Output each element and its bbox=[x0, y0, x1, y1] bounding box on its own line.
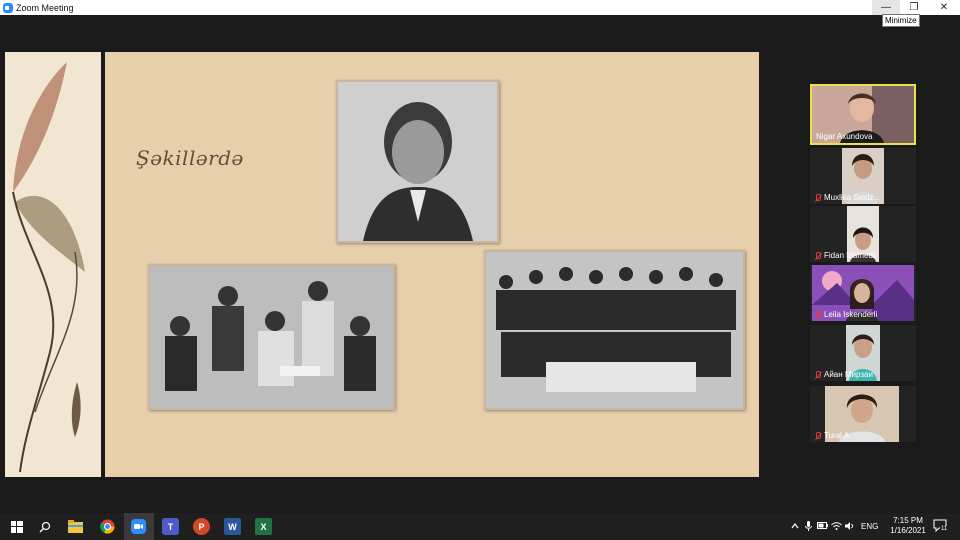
portrait-photo bbox=[336, 80, 499, 243]
taskbar-clock[interactable]: 7:15 PM 1/16/2021 bbox=[888, 516, 928, 536]
battery-icon[interactable] bbox=[815, 522, 829, 531]
mic-muted-icon bbox=[814, 193, 822, 202]
maximize-button[interactable]: ❐ bbox=[900, 0, 928, 15]
mic-muted-icon bbox=[814, 431, 822, 440]
minimize-tooltip: Minimize bbox=[882, 14, 920, 27]
window-title: Zoom Meeting bbox=[16, 2, 74, 13]
notification-count-badge: 11 bbox=[940, 526, 949, 532]
leaf-decoration bbox=[5, 52, 101, 477]
clock-time: 7:15 PM bbox=[893, 516, 923, 525]
notification-center-icon[interactable]: 11 bbox=[933, 519, 949, 535]
system-tray: ENG bbox=[789, 513, 878, 540]
window-titlebar: Zoom Meeting bbox=[0, 0, 960, 15]
mic-muted-icon bbox=[814, 370, 822, 379]
participant-tile[interactable]: Muxlisa Seidz... bbox=[810, 148, 916, 204]
chrome-icon[interactable] bbox=[99, 518, 116, 535]
volume-icon[interactable] bbox=[843, 521, 857, 532]
windows-start-icon[interactable] bbox=[8, 518, 25, 535]
participant-name: Fidan Mamedli bbox=[814, 251, 876, 260]
microphone-icon[interactable] bbox=[801, 520, 815, 533]
group-photo-left bbox=[148, 264, 395, 410]
minimize-button[interactable]: — bbox=[872, 0, 900, 15]
zoom-app-icon bbox=[3, 2, 13, 13]
participant-tile[interactable]: Айан Мирзаи bbox=[810, 325, 916, 381]
participant-tile[interactable]: Nigar Axundova bbox=[810, 84, 916, 145]
shared-screen-slide: Şəkillərdə bbox=[5, 52, 759, 477]
mic-muted-icon bbox=[814, 251, 822, 260]
file-explorer-icon[interactable] bbox=[67, 518, 84, 535]
wifi-icon[interactable] bbox=[829, 521, 843, 532]
participant-name: Айан Мирзаи bbox=[814, 370, 873, 379]
group-photo-right bbox=[484, 250, 745, 410]
participant-tile[interactable]: Leila Iskenderli bbox=[810, 265, 916, 321]
participant-name: Tural A bbox=[814, 431, 849, 440]
clock-date: 1/16/2021 bbox=[890, 526, 926, 535]
close-button[interactable]: ✕ bbox=[930, 0, 958, 15]
participant-name: Nigar Axundova bbox=[816, 132, 873, 141]
mic-muted-icon bbox=[814, 310, 822, 319]
slide-divider bbox=[101, 52, 105, 477]
powerpoint-icon[interactable]: P bbox=[193, 518, 210, 535]
excel-icon[interactable]: X bbox=[255, 518, 272, 535]
zoom-icon[interactable] bbox=[130, 518, 147, 535]
slide-heading: Şəkillərdə bbox=[136, 146, 244, 170]
language-indicator[interactable]: ENG bbox=[861, 522, 878, 531]
chevron-up-icon[interactable] bbox=[789, 522, 801, 531]
word-icon[interactable]: W bbox=[224, 518, 241, 535]
participant-tile[interactable]: Fidan Mamedli bbox=[810, 206, 916, 262]
search-icon[interactable] bbox=[36, 518, 53, 535]
participant-name: Muxlisa Seidz... bbox=[814, 193, 880, 202]
teams-icon[interactable]: T bbox=[162, 518, 179, 535]
participant-name: Leila Iskenderli bbox=[814, 310, 877, 319]
participant-tile[interactable]: Tural A bbox=[810, 386, 916, 442]
